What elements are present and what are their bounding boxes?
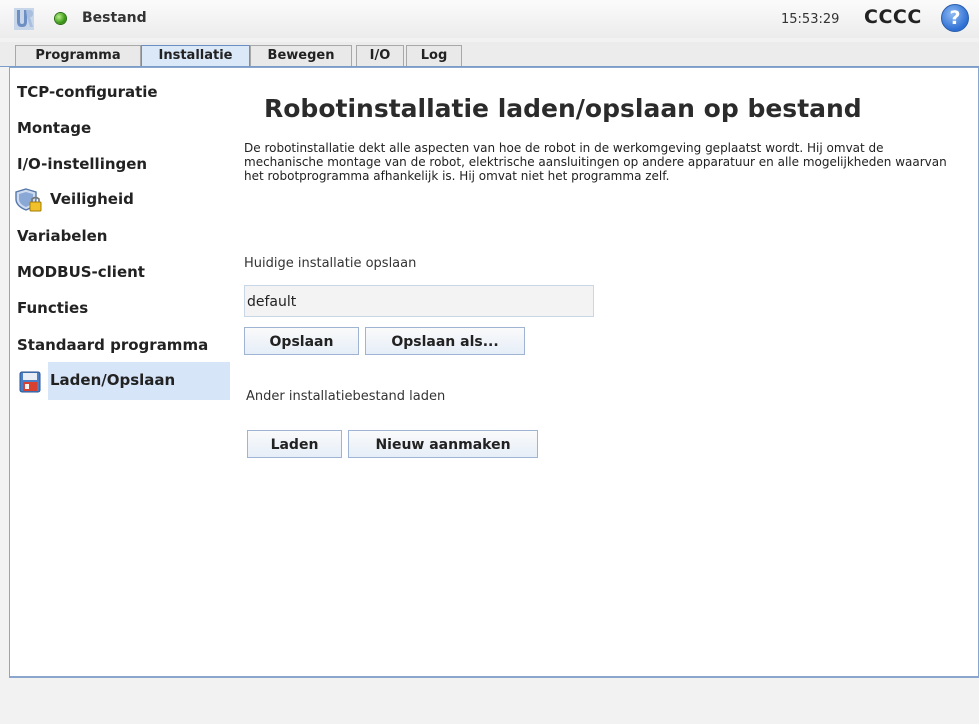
sidebar-item-montage[interactable]: Montage <box>10 110 232 146</box>
sidebar-item-functies[interactable]: Functies <box>10 290 232 326</box>
sidebar-item-standaard-programma[interactable]: Standaard programma <box>10 327 232 363</box>
floppy-disk-icon <box>19 371 41 393</box>
sidebar-item-variabelen[interactable]: Variabelen <box>10 218 232 254</box>
sidebar: TCP-configuratie Montage I/O-instellinge… <box>9 67 233 678</box>
robot-status-icon <box>55 13 66 24</box>
sidebar-item-label: I/O-instellingen <box>17 155 148 173</box>
save-button[interactable]: Opslaan <box>244 327 359 355</box>
clock: 15:53:29 <box>781 12 840 27</box>
title-bar: Bestand 15:53:29 CCCC ? <box>0 0 979 38</box>
sidebar-item-label: Standaard programma <box>17 336 209 354</box>
sidebar-item-laden-opslaan[interactable]: Laden/Opslaan <box>10 362 232 400</box>
page-description: De robotinstallatie dekt alle aspecten v… <box>244 141 947 183</box>
tab-bar: Programma Installatie Bewegen I/O Log <box>0 42 979 67</box>
sidebar-item-tcp-configuratie[interactable]: TCP-configuratie <box>10 74 232 110</box>
tab-programma[interactable]: Programma <box>15 45 141 66</box>
file-menu[interactable]: Bestand <box>82 10 147 26</box>
sidebar-item-label: Functies <box>17 299 89 317</box>
sidebar-item-io-instellingen[interactable]: I/O-instellingen <box>10 146 232 182</box>
robot-name: CCCC <box>864 6 922 28</box>
save-section-label: Huidige installatie opslaan <box>244 256 417 271</box>
load-section-label: Ander installatiebestand laden <box>246 389 446 404</box>
load-button[interactable]: Laden <box>247 430 342 458</box>
help-icon[interactable]: ? <box>941 4 969 32</box>
sidebar-item-label: Montage <box>17 119 92 137</box>
sidebar-item-label: TCP-configuratie <box>17 83 158 101</box>
sidebar-item-modbus-client[interactable]: MODBUS-client <box>10 254 232 290</box>
tab-io[interactable]: I/O <box>356 45 404 66</box>
tab-log[interactable]: Log <box>406 45 462 66</box>
main-panel: Robotinstallatie laden/opslaan op bestan… <box>232 67 979 678</box>
bottom-divider <box>9 676 979 677</box>
tab-bewegen[interactable]: Bewegen <box>250 45 352 66</box>
sidebar-item-label: Variabelen <box>17 227 108 245</box>
sidebar-item-label: Laden/Opslaan <box>50 371 176 389</box>
tab-installatie[interactable]: Installatie <box>141 45 250 66</box>
sidebar-item-label: MODBUS-client <box>17 263 145 281</box>
new-installation-button[interactable]: Nieuw aanmaken <box>348 430 538 458</box>
installation-name-field[interactable]: default <box>244 285 594 317</box>
sidebar-item-veiligheid[interactable]: Veiligheid <box>10 181 232 217</box>
ur-logo-icon <box>14 8 34 30</box>
shield-lock-icon <box>15 188 42 212</box>
save-as-button[interactable]: Opslaan als... <box>365 327 525 355</box>
page-title: Robotinstallatie laden/opslaan op bestan… <box>264 94 862 123</box>
sidebar-item-label: Veiligheid <box>50 190 134 208</box>
